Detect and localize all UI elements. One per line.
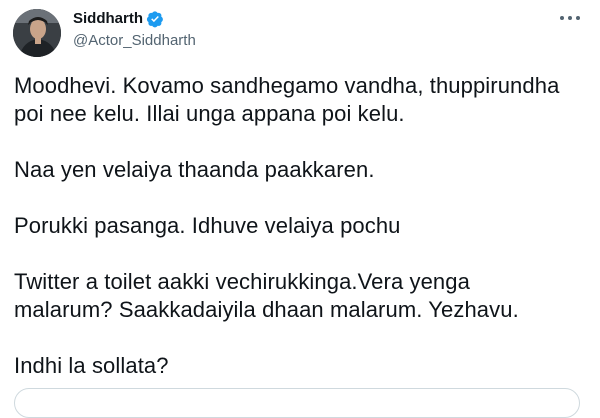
tweet-line: poi nee kelu. Illai unga appana poi kelu… — [14, 101, 405, 126]
author-display-name[interactable]: Siddharth — [73, 9, 143, 29]
tweet-line: Porukki pasanga. Idhuve velaiya pochu — [14, 213, 401, 238]
verified-badge-icon — [146, 10, 164, 28]
tweet-line: malarum? Saakkadaiyila dhaan malarum. Ye… — [14, 297, 519, 322]
tweet-line: Twitter a toilet aakki vechirukkinga.Ver… — [14, 269, 470, 294]
author-handle[interactable]: @Actor_Siddharth — [73, 31, 196, 51]
tweet-line: Naa yen velaiya thaanda paakkaren. — [14, 157, 375, 182]
more-dot — [560, 16, 564, 20]
more-options-icon[interactable] — [559, 10, 581, 26]
profile-photo-icon — [13, 9, 61, 57]
tweet-line: Indhi la sollata? — [14, 353, 169, 378]
more-dot — [568, 16, 572, 20]
tweet: Siddharth @Actor_Siddharth Moodhevi. Kov… — [0, 0, 600, 418]
avatar[interactable] — [13, 9, 61, 57]
more-dot — [576, 16, 580, 20]
author-name-row: Siddharth — [73, 9, 196, 29]
author-info: Siddharth @Actor_Siddharth — [73, 9, 196, 51]
tweet-text: Moodhevi. Kovamo sandhegamo vandha, thup… — [14, 72, 584, 380]
tweet-line: Moodhevi. Kovamo sandhegamo vandha, thup… — [14, 73, 560, 98]
quoted-card-edge[interactable] — [14, 388, 580, 418]
